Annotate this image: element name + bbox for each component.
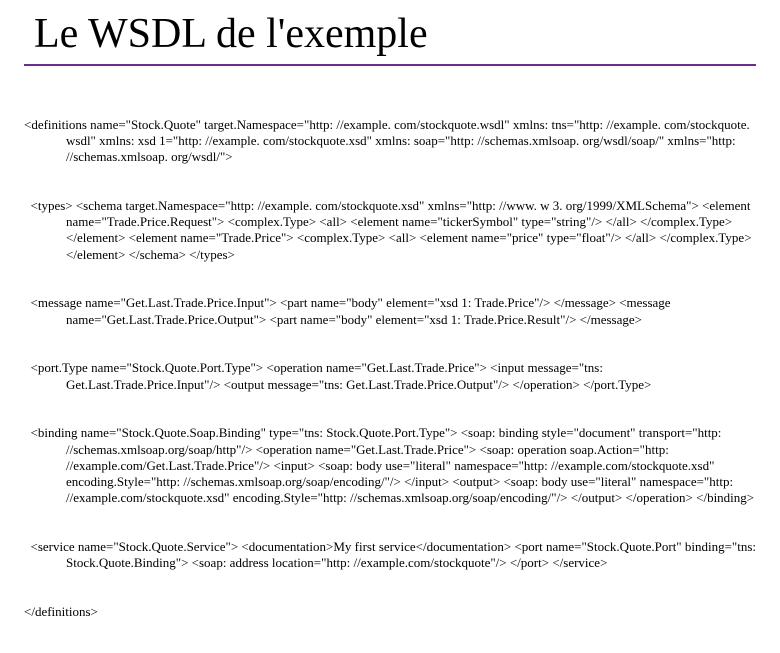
slide: Le WSDL de l'exemple <definitions name="… (0, 0, 780, 540)
code-line: <port.Type name="Stock.Quote.Port.Type">… (24, 360, 756, 393)
title-underline (24, 64, 756, 66)
code-line: <definitions name="Stock.Quote" target.N… (24, 117, 756, 166)
slide-title: Le WSDL de l'exemple (34, 10, 756, 58)
code-line: <service name="Stock.Quote.Service"> <do… (24, 539, 756, 572)
code-line: <message name="Get.Last.Trade.Price.Inpu… (24, 295, 756, 328)
code-block: <definitions name="Stock.Quote" target.N… (24, 84, 756, 653)
code-line: </definitions> (24, 604, 756, 620)
code-line: <types> <schema target.Namespace="http: … (24, 198, 756, 263)
code-line: <binding name="Stock.Quote.Soap.Binding"… (24, 425, 756, 506)
